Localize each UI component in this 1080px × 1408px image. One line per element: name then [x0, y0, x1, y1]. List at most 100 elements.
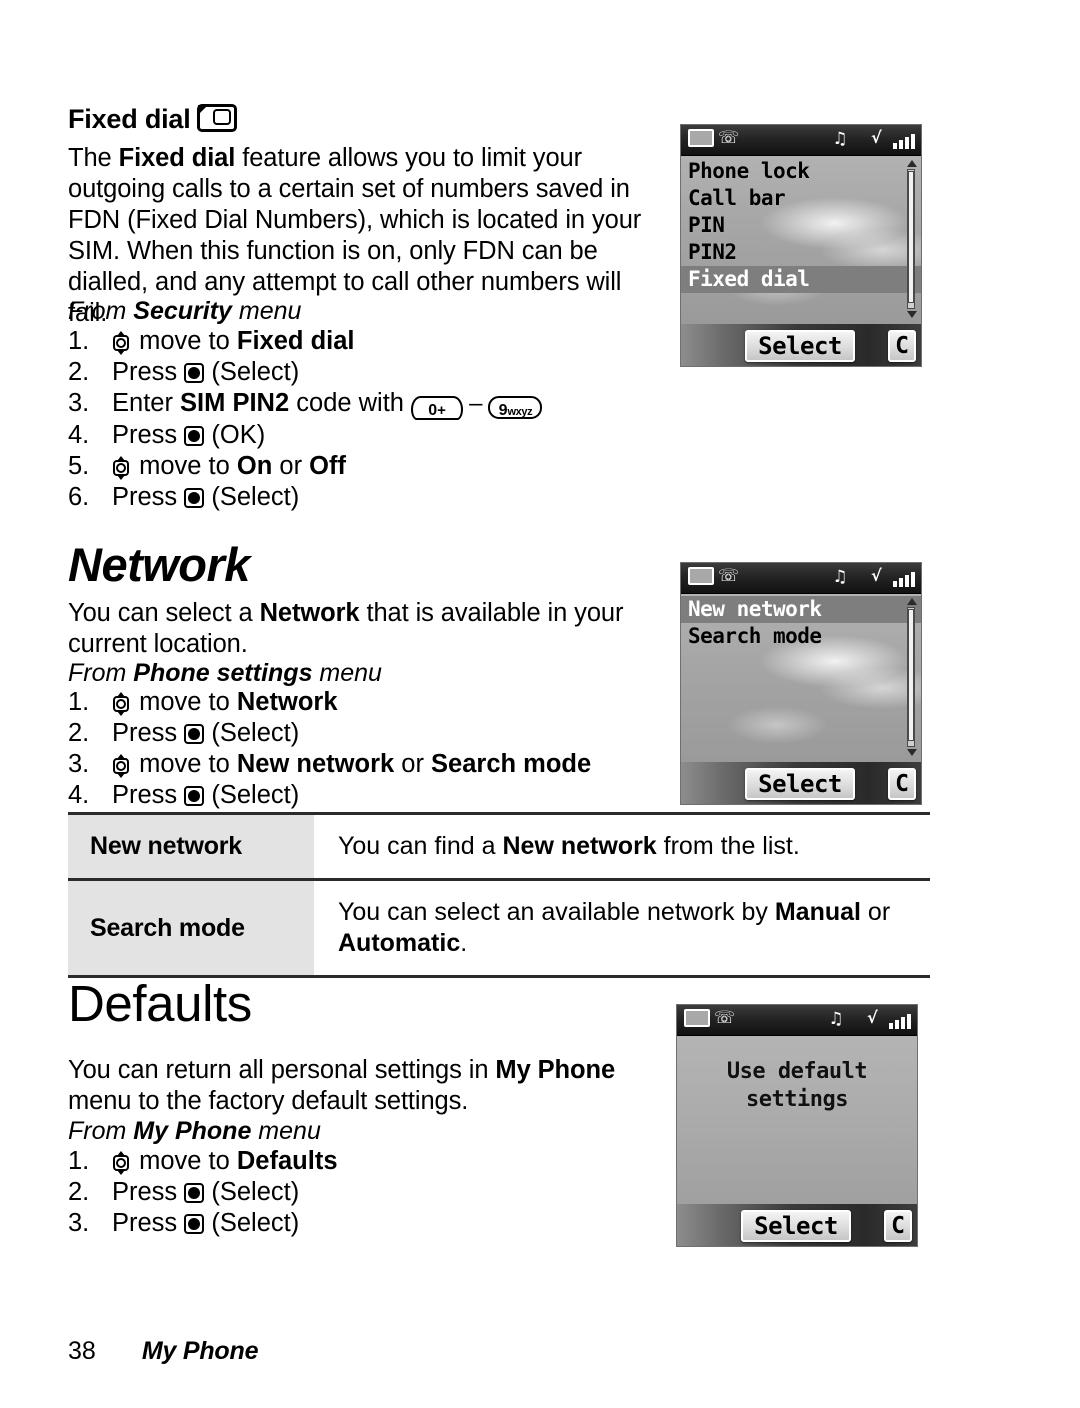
battery-icon: [688, 567, 714, 585]
table-row-description: You can select an available network by M…: [338, 898, 891, 957]
step-bold-2: Search mode: [431, 750, 592, 778]
network-from-line: From Phone settings menu: [68, 658, 668, 689]
phone-message-line: settings: [746, 1087, 848, 1112]
phone-screen-body: Phone lock Call bar PIN PIN2 Fixed dial: [681, 156, 921, 324]
body-text: You can return all personal settings in …: [68, 1056, 616, 1115]
step-number: 4.: [68, 421, 90, 449]
step-tail: (OK): [211, 421, 266, 449]
scroll-down-arrow-icon: [907, 311, 917, 318]
manual-page: Fixed dial The Fixed dial feature allows…: [0, 0, 1080, 1408]
softkey-select-button[interactable]: Select: [745, 768, 855, 800]
phone-menu-list: Phone lock Call bar PIN PIN2 Fixed dial: [681, 158, 921, 293]
phone-menu-item[interactable]: Phone lock: [681, 158, 921, 185]
navigation-key-icon: [112, 331, 132, 355]
step-number: 6.: [68, 483, 90, 511]
step-text: Enter: [112, 389, 181, 417]
phone-scrollbar[interactable]: [905, 159, 917, 319]
step-item: 3. move to New network or Search mode: [68, 749, 668, 780]
navigation-key-icon: [112, 1151, 132, 1175]
select-key-icon: [184, 363, 205, 383]
step-text: Press: [112, 483, 185, 511]
step-bold: New network: [236, 750, 395, 778]
step-text: Press: [112, 781, 185, 809]
ringtone-icon: ♫: [832, 129, 847, 149]
step-tail: (Select): [211, 719, 300, 747]
scrollbar-thumb[interactable]: [908, 171, 914, 303]
network-options-table: New network You can find a New network f…: [68, 812, 930, 978]
step-text: Press: [112, 1209, 185, 1237]
step-item: 4. Press (Select): [68, 780, 668, 811]
step-number: 3.: [68, 389, 90, 417]
from-prefix: From: [68, 1117, 134, 1145]
step-number: 3.: [68, 1209, 90, 1237]
phone-menu-item-selected[interactable]: Fixed dial: [681, 266, 921, 293]
scroll-down-arrow-icon: [907, 749, 917, 756]
signal-icon: √: [867, 1009, 911, 1030]
softkey-clear-button[interactable]: C: [888, 768, 916, 800]
phone-menu-item-selected[interactable]: New network: [681, 596, 921, 623]
step-mid: or: [272, 452, 310, 480]
step-bold: Fixed dial: [236, 327, 355, 355]
select-key-icon: [184, 1183, 205, 1203]
select-key-icon: [184, 488, 205, 508]
step-text: move to: [132, 688, 237, 716]
info-icon: ☏: [718, 128, 740, 148]
from-prefix: From: [68, 659, 134, 687]
phone-menu-item[interactable]: PIN2: [681, 239, 921, 266]
footer-section-name: My Phone: [141, 1337, 259, 1365]
step-item: 2. Press (Select): [68, 718, 668, 749]
step-item: 5. move to On or Off: [68, 451, 668, 482]
phone-message: Use default settings: [677, 1058, 917, 1114]
step-number: 2.: [68, 358, 90, 386]
step-text: Press: [112, 719, 185, 747]
step-item: 6. Press (Select): [68, 482, 668, 513]
step-text: Press: [112, 358, 185, 386]
step-text: Press: [112, 421, 185, 449]
phone-menu-item[interactable]: Search mode: [681, 623, 921, 650]
step-tail: (Select): [211, 781, 300, 809]
page-footer: 38 My Phone: [68, 1337, 258, 1366]
table-row: Search mode You can select an available …: [68, 879, 930, 977]
phone-softkey-bar: Select C: [681, 324, 921, 366]
phone-status-bar: ☏ ♫ √: [681, 125, 921, 156]
step-number: 3.: [68, 750, 90, 778]
info-icon: ☏: [718, 566, 740, 586]
step-text: move to: [132, 750, 237, 778]
step-number: 4.: [68, 781, 90, 809]
screenshot-network-menu: ☏ ♫ √ New network Search mode Select C: [680, 562, 922, 805]
screenshot-security-menu: ☏ ♫ √ Phone lock Call bar PIN PIN2 Fixed…: [680, 124, 922, 367]
step-item: 3. Press (Select): [68, 1208, 668, 1239]
signal-icon: √: [871, 567, 915, 588]
navigation-key-icon: [112, 692, 132, 716]
navigation-key-icon: [112, 754, 132, 778]
ringtone-icon: ♫: [828, 1009, 843, 1029]
step-text: move to: [132, 1147, 237, 1175]
step-item: 2. Press (Select): [68, 357, 668, 388]
phone-menu-item[interactable]: PIN: [681, 212, 921, 239]
fixed-dial-from-line: From Security menu: [68, 296, 668, 327]
from-menu-name: Security: [133, 297, 232, 325]
softkey-select-button[interactable]: Select: [741, 1210, 851, 1242]
phone-softkey-bar: Select C: [677, 1204, 917, 1246]
step-item: 3. Enter SIM PIN2 code with 0+ –9wxyz: [68, 388, 668, 420]
step-bold: On: [236, 452, 273, 480]
phone-menu-item[interactable]: Call bar: [681, 185, 921, 212]
sim-card-icon: [196, 104, 237, 134]
key-range-dash: –: [469, 390, 483, 417]
scrollbar-thumb[interactable]: [908, 609, 914, 741]
defaults-heading: Defaults: [68, 975, 252, 1032]
phone-scrollbar[interactable]: [905, 597, 917, 757]
softkey-clear-button[interactable]: C: [888, 330, 916, 362]
softkey-clear-button[interactable]: C: [884, 1210, 912, 1242]
step-bold: SIM PIN2: [180, 389, 290, 417]
from-menu-name: Phone settings: [133, 659, 313, 687]
step-text-2: code with: [289, 389, 412, 417]
softkey-select-button[interactable]: Select: [745, 330, 855, 362]
keypad-zero-icon: 0+: [411, 396, 464, 420]
body-text: You can select a Network that is availab…: [68, 599, 624, 658]
defaults-from-line: From My Phone menu: [68, 1116, 668, 1147]
fixed-dial-heading: Fixed dial: [68, 104, 668, 135]
step-number: 2.: [68, 1178, 90, 1206]
from-suffix: menu: [312, 659, 382, 687]
select-key-icon: [184, 724, 205, 744]
